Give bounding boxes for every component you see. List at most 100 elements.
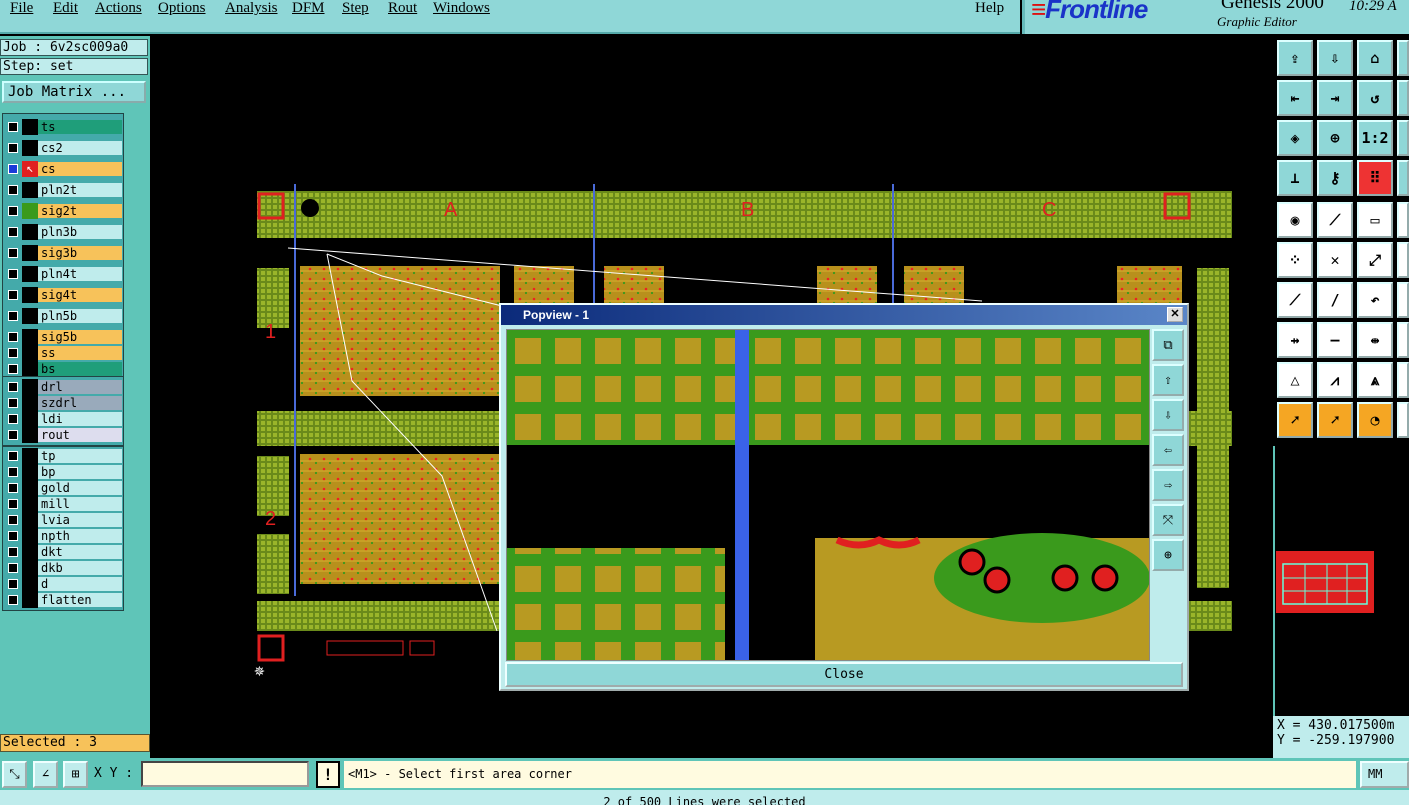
toolbar-overflow-button[interactable] (1397, 202, 1409, 238)
toolbar-overflow-button[interactable] (1397, 160, 1409, 196)
undo-icon[interactable]: ↺ (1357, 80, 1393, 116)
menu-file[interactable]: File (10, 0, 33, 17)
toolbar-overflow-button[interactable] (1397, 242, 1409, 278)
layer-checkbox[interactable] (8, 311, 18, 321)
layer-row-pln4t[interactable]: pln4t (3, 266, 123, 282)
layer-row-dkt[interactable]: dkt (3, 544, 123, 560)
layer-row-ss[interactable]: ss (3, 345, 123, 361)
pointer3-icon[interactable]: ◔ (1357, 402, 1393, 438)
layer-row-cs2[interactable]: cs2 (3, 140, 123, 156)
layer-checkbox[interactable] (8, 206, 18, 216)
pan-left-icon[interactable]: ⇤ (1277, 80, 1313, 116)
layer-row-pln5b[interactable]: pln5b (3, 308, 123, 324)
layer-checkbox[interactable] (8, 430, 18, 440)
layer-row-ldi[interactable]: ldi (3, 411, 123, 427)
layer-checkbox[interactable] (8, 531, 18, 541)
menu-options[interactable]: Options (158, 0, 206, 17)
center-icon[interactable]: ⊕ (1317, 120, 1353, 156)
menu-actions[interactable]: Actions (95, 0, 142, 17)
close-icon[interactable]: ✕ (1167, 307, 1183, 322)
route-icon[interactable]: ⤢ (1357, 242, 1393, 278)
xy-input[interactable] (141, 761, 309, 787)
popview-canvas[interactable] (506, 329, 1150, 661)
triangle-icon[interactable]: △ (1277, 362, 1313, 398)
layer-checkbox[interactable] (8, 185, 18, 195)
job-matrix-button[interactable]: Job Matrix ... (2, 81, 146, 103)
pointer-icon[interactable]: ➚ (1277, 402, 1313, 438)
download-icon[interactable]: ⇩ (1317, 40, 1353, 76)
layer-checkbox[interactable] (8, 122, 18, 132)
layer-checkbox[interactable] (8, 332, 18, 342)
pan-right-icon[interactable]: ⇥ (1317, 80, 1353, 116)
menu-dfm[interactable]: DFM (292, 0, 325, 17)
layer-row-flatten[interactable]: flatten (3, 592, 123, 608)
move-icon[interactable]: ⇸ (1277, 322, 1313, 358)
layer-row-dkb[interactable]: dkb (3, 560, 123, 576)
layer-row-bs[interactable]: bs (3, 361, 123, 377)
menu-rout[interactable]: Rout (388, 0, 417, 17)
popup-zoom-in-icon[interactable]: ⤧ (1152, 504, 1184, 536)
layer-checkbox[interactable] (8, 364, 18, 374)
popup-down-icon[interactable]: ⇩ (1152, 399, 1184, 431)
layer-row-sig5b[interactable]: sig5b (3, 329, 123, 345)
layer-row-sig2t[interactable]: sig2t (3, 203, 123, 219)
layer-row-pln2t[interactable]: pln2t (3, 182, 123, 198)
layer-row-sig4t[interactable]: sig4t (3, 287, 123, 303)
line-icon[interactable]: ⟋ (1317, 202, 1353, 238)
key-icon[interactable]: ⚷ (1317, 160, 1353, 196)
layer-checkbox[interactable] (8, 269, 18, 279)
layer-row-gold[interactable]: gold (3, 480, 123, 496)
toolbar-overflow-button[interactable] (1397, 120, 1409, 156)
layer-row-ts[interactable]: ts (3, 119, 123, 135)
cross-icon[interactable]: ✕ (1317, 242, 1353, 278)
layer-checkbox[interactable] (8, 499, 18, 509)
menu-help[interactable]: Help (975, 0, 1004, 17)
layer-checkbox[interactable] (8, 595, 18, 605)
traffic-icon[interactable]: ⠿ (1357, 160, 1393, 196)
ruler-icon[interactable]: ▭ (1357, 202, 1393, 238)
layer-row-rout[interactable]: rout (3, 427, 123, 443)
toolbar-overflow-button[interactable] (1397, 40, 1409, 76)
layer-row-sig3b[interactable]: sig3b (3, 245, 123, 261)
message-button[interactable]: ! (316, 761, 340, 788)
popview-close-button[interactable]: Close (505, 662, 1183, 687)
toolbar-overflow-button[interactable] (1397, 362, 1409, 398)
layer-row-npth[interactable]: npth (3, 528, 123, 544)
layer-checkbox[interactable] (8, 227, 18, 237)
menu-windows[interactable]: Windows (433, 0, 490, 17)
pointer2-icon[interactable]: ➚ (1317, 402, 1353, 438)
toolbar-overflow-button[interactable] (1397, 282, 1409, 318)
layer-checkbox[interactable] (8, 563, 18, 573)
triangle3-icon[interactable]: ⩓ (1357, 362, 1393, 398)
snap-icon[interactable]: ◉ (1277, 202, 1313, 238)
popview-title-bar[interactable]: Popview - 1 ✕ (501, 305, 1187, 325)
toolbar-overflow-button[interactable] (1397, 80, 1409, 116)
layer-row-lvia[interactable]: lvia (3, 512, 123, 528)
layer-checkbox[interactable] (8, 547, 18, 557)
layer-checkbox[interactable] (8, 382, 18, 392)
layer-checkbox[interactable] (8, 398, 18, 408)
layer-checkbox[interactable] (8, 143, 18, 153)
layer-row-cs[interactable]: ↖ cs (3, 161, 123, 177)
angle-icon[interactable]: ∠ (33, 761, 58, 788)
scale-icon[interactable]: 1:2 (1357, 120, 1393, 156)
menu-edit[interactable]: Edit (53, 0, 78, 17)
toolbar-overflow-button[interactable] (1397, 322, 1409, 358)
menu-step[interactable]: Step (342, 0, 369, 17)
layer-row-bp[interactable]: bp (3, 464, 123, 480)
layer-checkbox[interactable] (8, 414, 18, 424)
fit-icon[interactable]: ◈ (1277, 120, 1313, 156)
layer-checkbox[interactable] (8, 579, 18, 589)
zoom-area-icon[interactable]: ⤡ (2, 761, 27, 788)
units-button[interactable]: MM (1360, 761, 1409, 788)
arc-icon[interactable]: ↶ (1357, 282, 1393, 318)
triangle2-icon[interactable]: ⩘ (1317, 362, 1353, 398)
layer-checkbox[interactable] (8, 290, 18, 300)
measure-icon[interactable]: ⊥ (1277, 160, 1313, 196)
grid-icon[interactable]: ⊞ (63, 761, 88, 788)
upload-icon[interactable]: ⇪ (1277, 40, 1313, 76)
layer-checkbox[interactable] (8, 515, 18, 525)
layer-row-pln3b[interactable]: pln3b (3, 224, 123, 240)
draw-icon[interactable]: ⟋ (1277, 282, 1313, 318)
layer-checkbox[interactable] (8, 348, 18, 358)
